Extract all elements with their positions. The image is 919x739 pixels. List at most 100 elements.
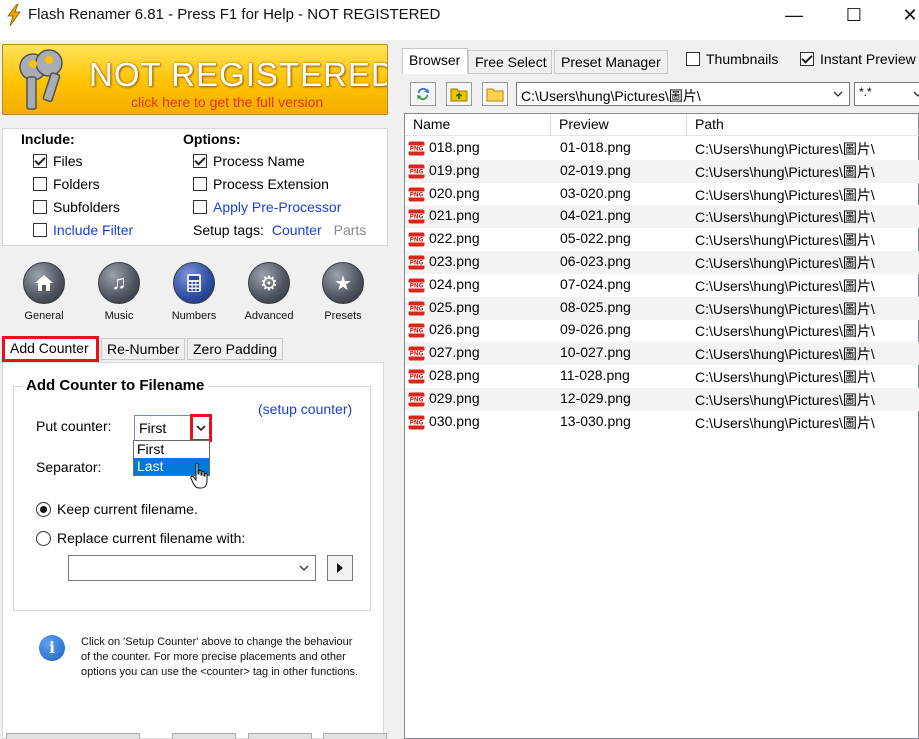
replace-filename-combo[interactable] bbox=[68, 555, 316, 581]
svg-text:PNG: PNG bbox=[410, 352, 424, 358]
bottom-button-2[interactable] bbox=[172, 733, 236, 739]
include-subfolders-checkbox[interactable]: Subfolders bbox=[33, 198, 120, 216]
go-up-folder-button[interactable] bbox=[446, 82, 472, 106]
tab-re-number[interactable]: Re-Number bbox=[101, 338, 185, 360]
tab-zero-padding[interactable]: Zero Padding bbox=[187, 338, 283, 360]
dropdown-button[interactable] bbox=[190, 414, 212, 442]
file-path: C:\Users\hung\Pictures\圖片\ bbox=[695, 346, 875, 363]
checkbox-checked[interactable] bbox=[800, 52, 814, 66]
table-row[interactable]: PNG 021.png 04-021.png C:\Users\hung\Pictur… bbox=[405, 205, 919, 229]
put-counter-select[interactable]: First bbox=[134, 414, 212, 442]
bottom-button-3[interactable] bbox=[248, 733, 312, 739]
instant-preview-checkbox[interactable]: Instant Preview bbox=[800, 51, 916, 67]
svg-text:PNG: PNG bbox=[410, 420, 424, 426]
table-row[interactable]: PNG 027.png 10-027.png C:\Users\hung\Pictur… bbox=[405, 342, 919, 366]
column-path[interactable]: Path bbox=[687, 114, 919, 136]
include-filter-checkbox[interactable]: Include Filter bbox=[33, 221, 133, 239]
svg-text:PNG: PNG bbox=[410, 397, 424, 403]
chevron-down-icon bbox=[833, 91, 843, 97]
table-row[interactable]: PNG 026.png 09-026.png C:\Users\hung\Pictur… bbox=[405, 319, 919, 342]
apply-preprocessor-checkbox[interactable]: Apply Pre-Processor bbox=[193, 198, 341, 216]
checkbox-unchecked[interactable] bbox=[33, 177, 47, 191]
close-button[interactable]: ✕ bbox=[890, 2, 919, 30]
browse-folder-button[interactable] bbox=[482, 82, 508, 106]
png-file-icon: PNG bbox=[408, 141, 425, 156]
thumbnails-checkbox[interactable]: Thumbnails bbox=[686, 51, 778, 67]
minimize-button[interactable]: — bbox=[774, 2, 814, 30]
options-heading: Options: bbox=[183, 131, 241, 147]
setup-tags-counter-link[interactable]: Counter bbox=[272, 222, 322, 238]
tab-add-counter[interactable]: Add Counter bbox=[2, 336, 99, 362]
checkbox-unchecked[interactable] bbox=[33, 200, 47, 214]
keep-filename-radio[interactable]: Keep current filename. bbox=[36, 501, 198, 517]
checkbox-checked[interactable] bbox=[33, 154, 47, 168]
include-files-checkbox[interactable]: Files bbox=[33, 152, 83, 170]
table-row[interactable]: PNG 030.png 13-030.png C:\Users\hung\Pictur… bbox=[405, 411, 919, 434]
bottom-button-1[interactable] bbox=[6, 733, 140, 739]
replace-filename-radio[interactable]: Replace current filename with: bbox=[36, 530, 245, 546]
table-row[interactable]: PNG 025.png 08-025.png C:\Users\hung\Pictur… bbox=[405, 296, 919, 320]
png-file-icon: PNG bbox=[408, 278, 425, 293]
category-general[interactable]: General bbox=[9, 262, 79, 322]
file-path: C:\Users\hung\Pictures\圖片\ bbox=[695, 232, 875, 249]
checkbox-unchecked[interactable] bbox=[193, 200, 207, 214]
checkbox-unchecked[interactable] bbox=[33, 223, 47, 237]
bottom-button-4[interactable] bbox=[323, 733, 387, 739]
play-arrow-icon bbox=[337, 563, 343, 573]
svg-text:PNG: PNG bbox=[410, 192, 424, 198]
file-name: 025.png bbox=[429, 298, 480, 315]
column-name[interactable]: Name bbox=[405, 114, 551, 136]
insert-tag-button[interactable] bbox=[327, 555, 353, 581]
file-name: 018.png bbox=[429, 139, 480, 155]
group-title: Add Counter to Filename bbox=[22, 377, 209, 394]
file-name: 023.png bbox=[429, 253, 480, 269]
checkbox-unchecked[interactable] bbox=[686, 52, 700, 66]
table-row[interactable]: PNG 024.png 07-024.png C:\Users\hung\Pictur… bbox=[405, 274, 919, 297]
tab-free-select[interactable]: Free Select bbox=[468, 50, 552, 74]
table-row[interactable]: PNG 022.png 05-022.png C:\Users\hung\Pictur… bbox=[405, 228, 919, 251]
table-row[interactable]: PNG 020.png 03-020.png C:\Users\hung\Pictur… bbox=[405, 183, 919, 206]
put-counter-label: Put counter: bbox=[36, 418, 112, 434]
refresh-button[interactable] bbox=[410, 82, 436, 106]
column-preview[interactable]: Preview bbox=[551, 114, 687, 136]
add-counter-panel: Add Counter to Filename (setup counter) … bbox=[2, 362, 384, 739]
svg-text:PNG: PNG bbox=[410, 306, 424, 312]
path-combo[interactable]: C:\Users\hung\Pictures\圖片\ bbox=[516, 82, 850, 106]
setup-counter-link[interactable]: (setup counter) bbox=[258, 401, 352, 417]
dropdown-option-first[interactable]: First bbox=[134, 441, 209, 458]
table-row[interactable]: PNG 029.png 12-029.png C:\Users\hung\Pictur… bbox=[405, 387, 919, 411]
include-folders-checkbox[interactable]: Folders bbox=[33, 175, 100, 193]
category-numbers[interactable]: Numbers bbox=[159, 262, 229, 322]
category-presets[interactable]: ★ Presets bbox=[308, 262, 378, 322]
category-toolbar: General ♫ Music Numbers ⚙ Advanced ★ Pre… bbox=[0, 256, 393, 326]
file-name: 030.png bbox=[429, 412, 480, 429]
refresh-icon bbox=[417, 88, 429, 100]
file-name: 028.png bbox=[429, 367, 480, 383]
table-row[interactable]: PNG 023.png 06-023.png C:\Users\hung\Pictur… bbox=[405, 251, 919, 274]
file-path: C:\Users\hung\Pictures\圖片\ bbox=[695, 391, 875, 408]
category-advanced[interactable]: ⚙ Advanced bbox=[234, 262, 304, 322]
not-registered-banner[interactable]: NOT REGISTERED click here to get the ful… bbox=[2, 44, 388, 115]
title-bar: Flash Renamer 6.81 - Press F1 for Help -… bbox=[0, 0, 919, 34]
process-name-checkbox[interactable]: Process Name bbox=[193, 152, 305, 170]
maximize-button[interactable]: ☐ bbox=[834, 2, 874, 30]
table-row[interactable]: PNG 028.png 11-028.png C:\Users\hung\Pictur… bbox=[405, 365, 919, 388]
table-row[interactable]: PNG 019.png 02-019.png C:\Users\hung\Pictur… bbox=[405, 159, 919, 183]
svg-text:PNG: PNG bbox=[410, 238, 424, 244]
category-music[interactable]: ♫ Music bbox=[84, 262, 154, 322]
process-extension-checkbox[interactable]: Process Extension bbox=[193, 175, 329, 193]
keys-icon bbox=[19, 49, 63, 110]
chevron-down-icon bbox=[913, 91, 919, 97]
banner-title: NOT REGISTERED bbox=[89, 56, 388, 93]
radio-selected[interactable] bbox=[36, 501, 51, 517]
tab-browser[interactable]: Browser bbox=[402, 48, 468, 74]
tab-preset-manager[interactable]: Preset Manager bbox=[554, 50, 668, 74]
file-mask-combo[interactable]: *.* bbox=[854, 82, 919, 106]
radio-unselected[interactable] bbox=[36, 530, 51, 546]
setup-tags-parts-link[interactable]: Parts bbox=[334, 222, 367, 238]
checkbox-checked[interactable] bbox=[193, 154, 207, 168]
file-name: 026.png bbox=[429, 321, 480, 338]
table-row[interactable]: PNG 018.png 01-018.png C:\Users\hung\Pictur… bbox=[405, 137, 919, 160]
checkbox-unchecked[interactable] bbox=[193, 177, 207, 191]
banner-subtitle[interactable]: click here to get the full version bbox=[131, 94, 323, 110]
